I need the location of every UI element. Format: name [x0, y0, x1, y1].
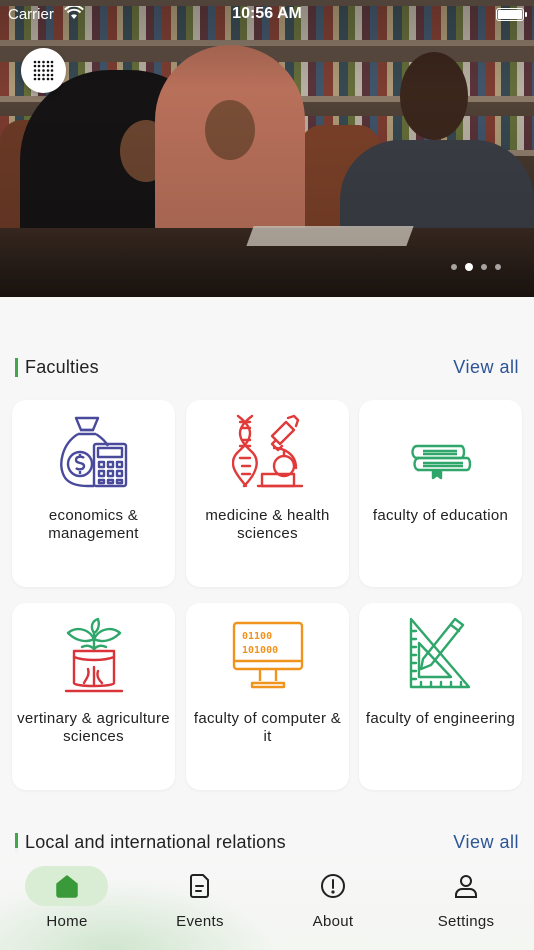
- faculty-card-label: faculty of computer & it: [193, 710, 342, 745]
- nav-events[interactable]: Events: [150, 866, 250, 936]
- computer-monitor-icon: 01100 101000: [232, 621, 304, 689]
- svg-text:101000: 101000: [242, 645, 278, 656]
- faculties-section-header: Faculties View all: [15, 357, 519, 379]
- nav-label: Settings: [437, 913, 495, 930]
- carousel-indicator: [451, 263, 501, 271]
- carousel-dot[interactable]: [481, 264, 487, 270]
- section-title: Faculties: [25, 357, 99, 377]
- nav-label: Events: [176, 913, 224, 930]
- faculty-card-label: economics & management: [48, 507, 139, 542]
- faculty-card-education[interactable]: faculty of education: [359, 400, 522, 587]
- faculty-card-label: faculty of education: [372, 507, 509, 524]
- carousel-dot[interactable]: [495, 264, 501, 270]
- carousel-dot-active[interactable]: [465, 263, 473, 271]
- clock: 10:56 AM: [232, 5, 302, 22]
- ruler-pencil-icon: [409, 617, 471, 689]
- money-bag-calculator-icon: [60, 416, 128, 488]
- view-all-faculties-link[interactable]: View all: [453, 357, 519, 378]
- dna-microscope-icon: [232, 414, 304, 488]
- nav-home[interactable]: Home: [17, 866, 117, 936]
- faculty-card-label: vertinary & agriculture sciences: [17, 710, 170, 745]
- plant-pot-icon: [64, 617, 124, 693]
- books-stack-icon: [411, 444, 472, 480]
- faculty-card-label: medicine & health sciences: [205, 507, 330, 542]
- nav-label: About: [312, 913, 354, 930]
- nav-label: Home: [46, 913, 88, 930]
- status-bar: Carrier 10:56 AM: [0, 4, 534, 24]
- svg-text:01100: 01100: [242, 631, 272, 642]
- nav-settings[interactable]: Settings: [416, 866, 516, 936]
- battery-icon: [496, 8, 527, 21]
- faculty-card-economics[interactable]: economics & management: [12, 400, 175, 587]
- faculty-card-medicine[interactable]: medicine & health sciences: [186, 400, 349, 587]
- faculty-card-computer[interactable]: 01100 101000 faculty of computer & it: [186, 603, 349, 790]
- nav-about[interactable]: About: [283, 866, 383, 936]
- menu-button[interactable]: [21, 48, 66, 93]
- faculty-card-engineering[interactable]: faculty of engineering: [359, 603, 522, 790]
- faculty-card-agriculture[interactable]: vertinary & agriculture sciences: [12, 603, 175, 790]
- info-icon: [321, 874, 345, 898]
- grid-dots-icon: [33, 60, 54, 81]
- carousel-dot[interactable]: [451, 264, 457, 270]
- bottom-navigation: Home Events About Settings: [0, 848, 534, 950]
- document-icon: [190, 874, 209, 898]
- user-icon: [455, 875, 477, 898]
- hero-carousel[interactable]: Carrier 10:56 AM: [0, 0, 534, 297]
- home-icon: [56, 875, 78, 898]
- faculty-card-label: faculty of engineering: [365, 710, 516, 727]
- section-accent-bar: [15, 358, 18, 377]
